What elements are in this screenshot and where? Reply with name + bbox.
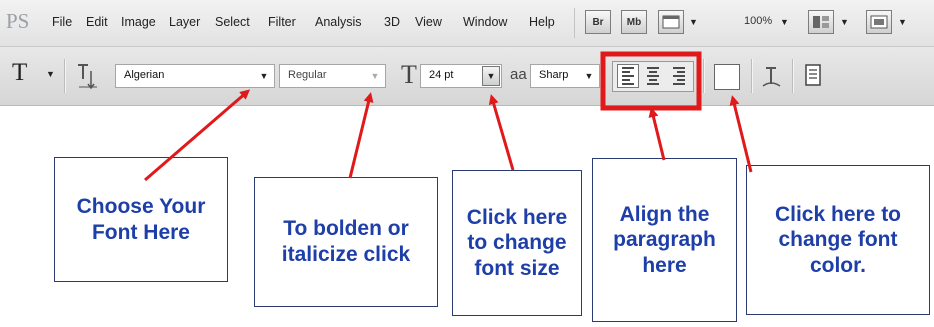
callout-size: Click here to change font size [452, 170, 582, 316]
chevron-down-icon[interactable]: ▼ [366, 64, 384, 88]
text-color-swatch[interactable] [714, 64, 740, 90]
callout-font-text: Choose Your Font Here [76, 194, 206, 244]
font-size-value: 24 pt [429, 69, 454, 81]
font-family-value: Algerian [124, 69, 165, 81]
chevron-down-icon[interactable]: ▼ [482, 66, 500, 86]
arrow-size [488, 94, 515, 171]
menu-select[interactable]: Select [215, 15, 250, 29]
callout-color-text: Click here to change font color. [774, 202, 902, 277]
font-size-icon: T [401, 60, 417, 89]
menu-3d[interactable]: 3D [384, 15, 400, 29]
chevron-down-icon[interactable]: ▼ [46, 69, 55, 79]
screen-layout-icon[interactable] [658, 10, 684, 34]
options-separator [792, 59, 794, 93]
menu-window[interactable]: Window [463, 15, 507, 29]
text-tool-icon[interactable]: T [12, 59, 27, 87]
orientation-toggle-icon [78, 64, 97, 90]
arrow-style [348, 92, 374, 179]
options-bar: T ▼ Algerian ▼ Regular ▼ T 24 pt ▼ aa Sh… [0, 47, 934, 106]
menu-filter[interactable]: Filter [268, 15, 296, 29]
anti-alias-value: Sharp [539, 69, 569, 81]
callout-align-text: Align the paragraph here [613, 202, 716, 277]
warp-glyph-icon [762, 67, 781, 87]
callout-style-text: To bolden or italicize click [281, 217, 411, 266]
layout-icon [662, 15, 680, 29]
menu-file[interactable]: File [52, 15, 72, 29]
arrow-align [648, 107, 666, 161]
arrange-documents-icon[interactable] [808, 10, 834, 34]
tutorial-screenshot: PS File Edit Image Layer Select Filter A… [0, 0, 934, 327]
chevron-down-icon[interactable]: ▼ [840, 17, 849, 27]
anti-alias-icon: aa [510, 66, 527, 83]
align-left-button[interactable] [617, 64, 639, 88]
chevron-down-icon[interactable]: ▼ [580, 64, 598, 88]
mini-bridge-button[interactable]: Mb [621, 10, 647, 34]
chevron-down-icon[interactable]: ▼ [780, 17, 789, 27]
zoom-level[interactable]: 100% [744, 15, 772, 27]
warp-text-icon[interactable] [760, 62, 784, 97]
font-style-value: Regular [288, 69, 327, 81]
callout-style: To bolden or italicize click [254, 177, 438, 307]
callout-align: Align the paragraph here [592, 158, 737, 322]
align-right-button[interactable] [667, 64, 689, 88]
screen-mode-icon[interactable] [866, 10, 892, 34]
menu-image[interactable]: Image [121, 15, 156, 29]
photoshop-logo: PS [6, 9, 30, 33]
chevron-down-icon[interactable]: ▼ [898, 17, 907, 27]
panel-toggle-icon [805, 64, 821, 86]
menu-help[interactable]: Help [529, 15, 555, 29]
arrange-icon [813, 16, 829, 28]
character-panel-icon[interactable] [803, 62, 825, 95]
menu-layer[interactable]: Layer [169, 15, 200, 29]
options-separator [703, 59, 705, 93]
callout-color: Click here to change font color. [746, 165, 930, 315]
menu-bar: PS File Edit Image Layer Select Filter A… [0, 0, 934, 47]
bridge-button[interactable]: Br [585, 10, 611, 34]
options-separator [751, 59, 753, 93]
menu-view[interactable]: View [415, 15, 442, 29]
chevron-down-icon[interactable]: ▼ [689, 17, 698, 27]
options-separator [64, 59, 66, 93]
chevron-down-icon[interactable]: ▼ [255, 64, 273, 88]
text-orientation-icon[interactable] [75, 61, 101, 96]
align-center-button[interactable] [642, 64, 664, 88]
menu-analysis[interactable]: Analysis [315, 15, 362, 29]
callout-font: Choose Your Font Here [54, 157, 228, 282]
menu-separator [574, 8, 575, 38]
screen-mode-glyph-icon [870, 15, 888, 29]
font-family-dropdown[interactable]: Algerian [115, 64, 275, 88]
menu-edit[interactable]: Edit [86, 15, 108, 29]
callout-size-text: Click here to change font size [466, 205, 568, 280]
